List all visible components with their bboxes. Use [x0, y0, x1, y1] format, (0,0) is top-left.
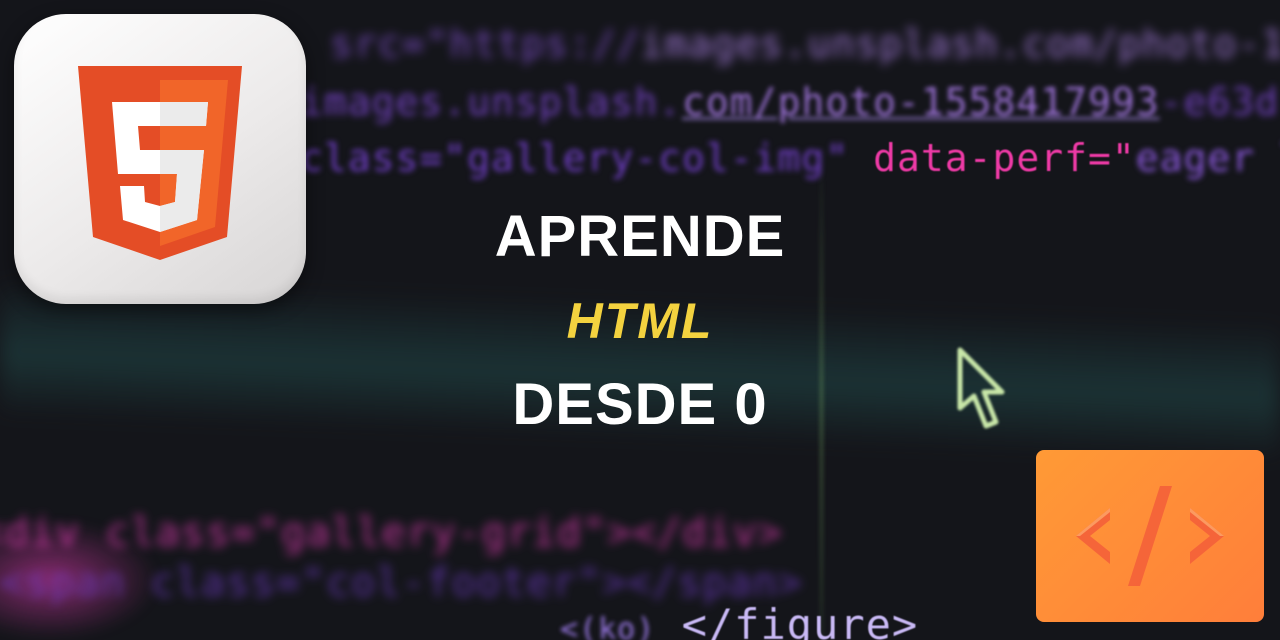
code-line-1-prefix: src="https://: [330, 22, 641, 66]
code-line-1-url: images.unsplash.com/photo-1560: [640, 22, 1280, 66]
code-line-6-tag: </figure>: [681, 600, 919, 640]
code-line-2: images.unsplash.com/photo-1558417993-e63…: [300, 80, 1279, 124]
html5-badge: [14, 14, 306, 304]
mouse-pointer-icon: [957, 347, 1005, 429]
code-line-4: <div class="gallery-grid"></div>: [0, 510, 783, 556]
code-line-2-suffix: -e63d: [1159, 80, 1279, 124]
thumbnail-canvas: src="https://images.unsplash.com/photo-1…: [0, 0, 1280, 640]
code-line-3-class: class="gallery-col-img": [300, 136, 850, 180]
headline-line-desde: DESDE 0: [512, 372, 768, 437]
headline-line-html: HTML: [566, 293, 714, 349]
headline-line-aprende: APRENDE: [494, 204, 786, 269]
html5-logo-icon: [78, 66, 242, 260]
code-line-2-url: com/photo-1558417993: [682, 80, 1160, 124]
code-line-1: src="https://images.unsplash.com/photo-1…: [330, 22, 1280, 66]
code-tag-icon: [1076, 486, 1224, 586]
code-line-4-text: <div class="gallery-grid"></div>: [0, 510, 783, 556]
code-line-6: <(ko) </figure>: [560, 600, 918, 640]
code-line-3-attr: data-perf=": [873, 136, 1136, 180]
code-line-3-value: eager loading: [1135, 136, 1280, 180]
code-line-3: class="gallery-col-img" data-perf="eager…: [300, 136, 1280, 180]
code-line-6-prefix: <(ko): [560, 612, 656, 640]
headline: APRENDE HTML DESDE 0: [440, 208, 840, 434]
code-tag-tile: [1036, 450, 1264, 622]
code-line-2-prefix: images.unsplash.: [300, 80, 683, 124]
